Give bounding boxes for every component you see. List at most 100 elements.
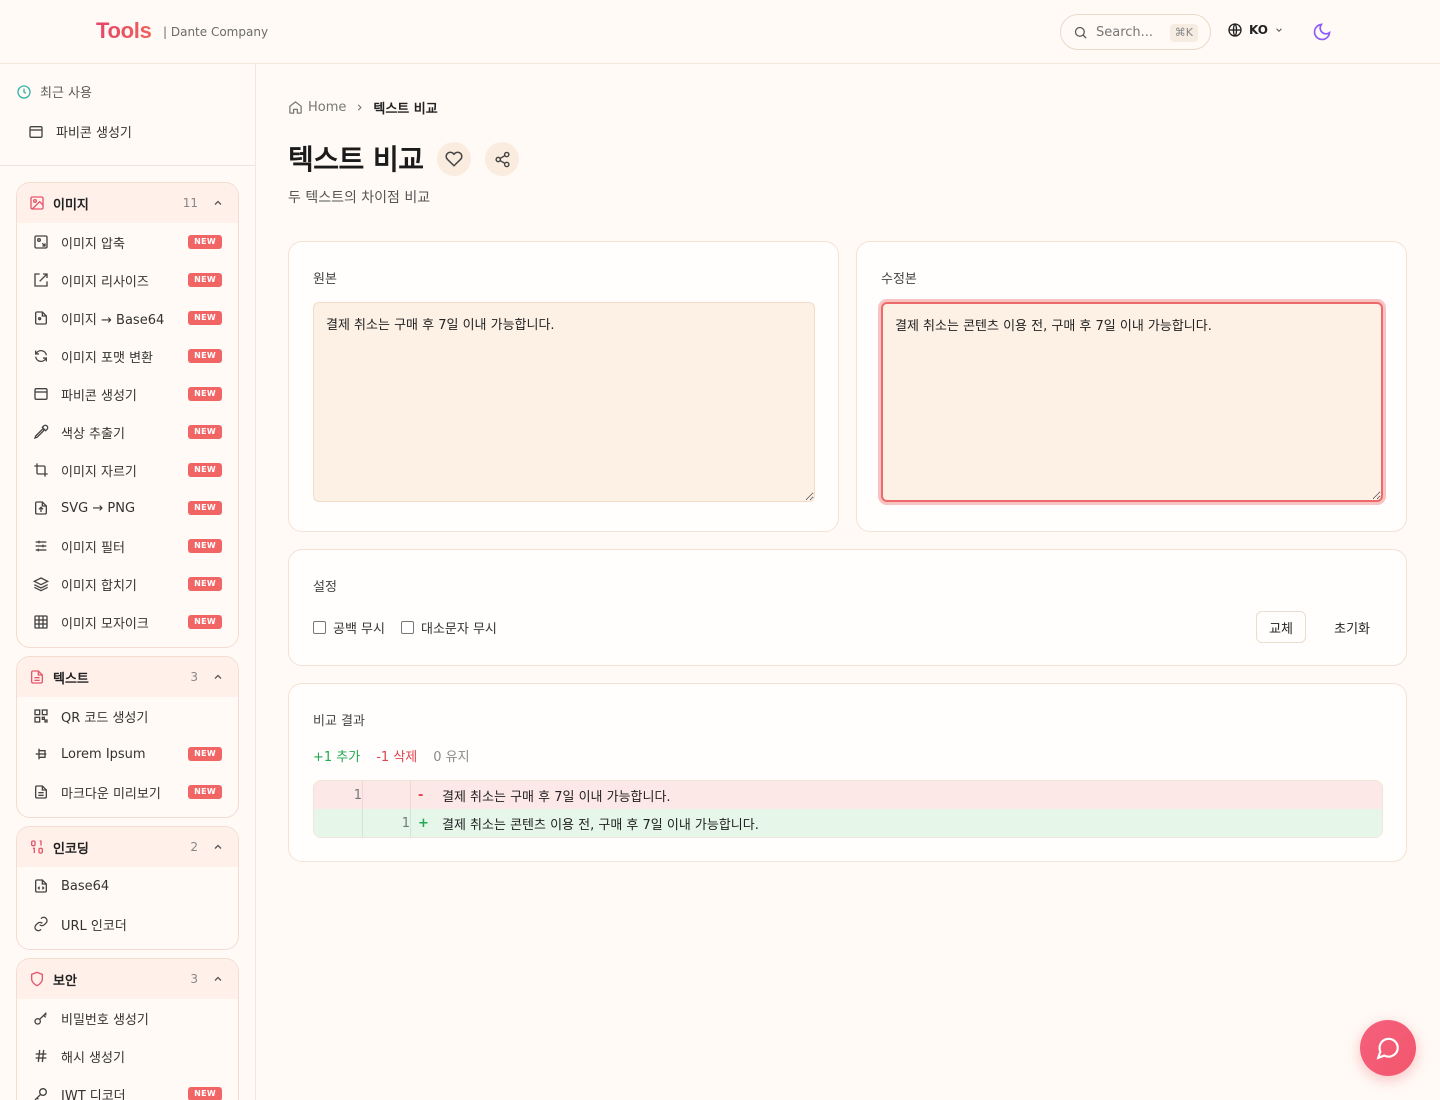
reset-button[interactable]: 초기화 <box>1322 611 1382 643</box>
item-label: URL 인코더 <box>61 918 127 934</box>
modified-textarea[interactable] <box>881 302 1383 502</box>
ignore-whitespace-checkbox[interactable] <box>313 621 326 634</box>
recent-header: 최근 사용 <box>16 82 92 101</box>
group-header-text[interactable]: 텍스트 3 <box>17 657 238 697</box>
original-label: 원본 <box>313 272 337 287</box>
company-name: | Dante Company <box>163 25 269 39</box>
sidebar-item-image-compress[interactable]: 이미지 압축 NEW <box>17 223 238 261</box>
theme-toggle[interactable] <box>1312 22 1332 46</box>
group-header-image[interactable]: 이미지 11 <box>17 183 238 223</box>
file-text-icon <box>35 785 47 799</box>
share-icon <box>494 151 510 167</box>
sidebar-item-image-merge[interactable]: 이미지 합치기 NEW <box>17 565 238 603</box>
sidebar-item-image-format[interactable]: 이미지 포맷 변환 NEW <box>17 337 238 375</box>
search-shortcut: ⌘K <box>1169 24 1198 42</box>
diff-text: 결제 취소는 구매 후 7일 이내 가능합니다. <box>442 789 671 805</box>
sidebar-item-image-mosaic[interactable]: 이미지 모자이크 NEW <box>17 603 238 641</box>
chevron-up-icon <box>214 674 222 679</box>
recent-item-favicon[interactable]: 파비콘 생성기 <box>28 122 132 141</box>
item-label: 색상 추출기 <box>61 426 125 442</box>
sidebar-item-image-crop[interactable]: 이미지 자르기 NEW <box>17 451 238 489</box>
sidebar-item-image-filter[interactable]: 이미지 필터 NEW <box>17 527 238 565</box>
sidebar-item-url-encoder[interactable]: URL 인코더 <box>17 905 238 943</box>
item-label: 이미지 리사이즈 <box>61 274 149 290</box>
search-box[interactable]: Search... ⌘K <box>1060 14 1211 50</box>
item-label: JWT 디코더 <box>61 1088 126 1100</box>
file-upload-icon <box>35 501 47 515</box>
ignore-case-checkbox[interactable] <box>400 621 414 634</box>
diff-row-removed: 1 - 결제 취소는 구매 후 7일 이내 가능합니다. <box>314 781 1382 809</box>
sidebar-item-lorem[interactable]: Lorem Ipsum NEW <box>17 735 238 773</box>
breadcrumb-home[interactable]: Home <box>308 100 346 115</box>
item-label: 해시 생성기 <box>61 1050 125 1066</box>
new-badge: NEW <box>188 501 222 515</box>
item-label: 이미지 모자이크 <box>61 616 149 632</box>
swap-button[interactable]: 교체 <box>1256 611 1306 643</box>
item-label: 마크다운 미리보기 <box>61 786 161 802</box>
sidebar-item-markdown[interactable]: 마크다운 미리보기 NEW <box>17 773 238 811</box>
group-count: 11 <box>182 196 198 210</box>
breadcrumb: Home 텍스트 비교 <box>288 98 438 117</box>
group-title: 텍스트 <box>53 671 89 687</box>
sidebar-item-base64[interactable]: Base64 <box>17 867 238 905</box>
search-placeholder: Search... <box>1096 24 1154 40</box>
qr-code-icon <box>34 709 48 723</box>
layers-icon <box>33 577 49 592</box>
settings-options: 공백 무시 대소문자 무시 <box>313 618 513 637</box>
globe-icon <box>1228 23 1242 37</box>
chevron-down-icon <box>1276 28 1282 32</box>
new-badge: NEW <box>188 425 222 439</box>
top-header: Tools | Dante Company Search... ⌘K KO <box>0 0 1440 64</box>
kept-count: 0 유지 <box>433 750 470 765</box>
new-badge: NEW <box>188 747 222 761</box>
new-badge: NEW <box>188 785 222 799</box>
file-text-icon <box>31 670 43 684</box>
modified-label: 수정본 <box>881 272 917 287</box>
clock-icon <box>17 84 31 99</box>
crop-icon <box>34 463 48 477</box>
share-button[interactable] <box>485 142 519 176</box>
original-card: 원본 <box>288 241 839 532</box>
sidebar-item-svg-png[interactable]: SVG → PNG NEW <box>17 489 238 527</box>
diff-stats: +1 추가 -1 삭제 0 유지 <box>313 746 470 765</box>
sidebar-item-color-extract[interactable]: 색상 추출기 NEW <box>17 413 238 451</box>
group-count: 3 <box>190 972 198 986</box>
ignore-case-label[interactable]: 대소문자 무시 <box>421 618 497 637</box>
item-label: 이미지 필터 <box>61 540 125 556</box>
favorite-button[interactable] <box>437 142 471 176</box>
language-selector[interactable]: KO <box>1227 22 1284 38</box>
sidebar-item-qr[interactable]: QR 코드 생성기 <box>17 697 238 735</box>
new-line-number: 1 <box>401 815 410 831</box>
result-card: 비교 결과 +1 추가 -1 삭제 0 유지 1 - 결제 취소는 구매 후 7… <box>288 683 1407 862</box>
new-badge: NEW <box>188 349 222 363</box>
old-line-number: 1 <box>353 787 362 803</box>
ignore-whitespace-label[interactable]: 공백 무시 <box>333 618 385 637</box>
sidebar-item-hash[interactable]: 해시 생성기 <box>17 1037 238 1075</box>
group-title: 인코딩 <box>53 841 89 857</box>
group-header-security[interactable]: 보안 3 <box>17 959 238 999</box>
sidebar-divider <box>0 165 255 166</box>
original-textarea[interactable] <box>313 302 815 502</box>
sidebar-item-jwt[interactable]: JWT 디코더 NEW <box>17 1075 238 1100</box>
chevron-up-icon <box>214 200 222 205</box>
gutter-divider <box>362 781 363 809</box>
group-count: 2 <box>190 840 198 854</box>
settings-card: 설정 공백 무시 대소문자 무시 교체 초기화 <box>288 549 1407 666</box>
chevron-up-icon <box>214 844 222 849</box>
gutter-divider <box>362 809 363 837</box>
chat-button[interactable] <box>1360 1020 1416 1076</box>
logo[interactable]: Tools <box>96 18 152 44</box>
group-header-encoding[interactable]: 인코딩 2 <box>17 827 238 867</box>
sidebar-item-favicon[interactable]: 파비콘 생성기 NEW <box>17 375 238 413</box>
added-count: +1 추가 <box>313 750 361 765</box>
new-badge: NEW <box>188 1087 222 1100</box>
chat-bubble-icon <box>1376 1037 1399 1060</box>
sidebar-item-image-resize[interactable]: 이미지 리사이즈 NEW <box>17 261 238 299</box>
item-label: 이미지 압축 <box>61 236 125 252</box>
result-label: 비교 결과 <box>313 714 365 729</box>
sidebar-item-password[interactable]: 비밀번호 생성기 <box>17 999 238 1037</box>
sidebar-item-image-base64[interactable]: 이미지 → Base64 NEW <box>17 299 238 337</box>
moon-icon <box>1313 23 1331 41</box>
new-badge: NEW <box>188 577 222 591</box>
new-badge: NEW <box>188 615 222 629</box>
